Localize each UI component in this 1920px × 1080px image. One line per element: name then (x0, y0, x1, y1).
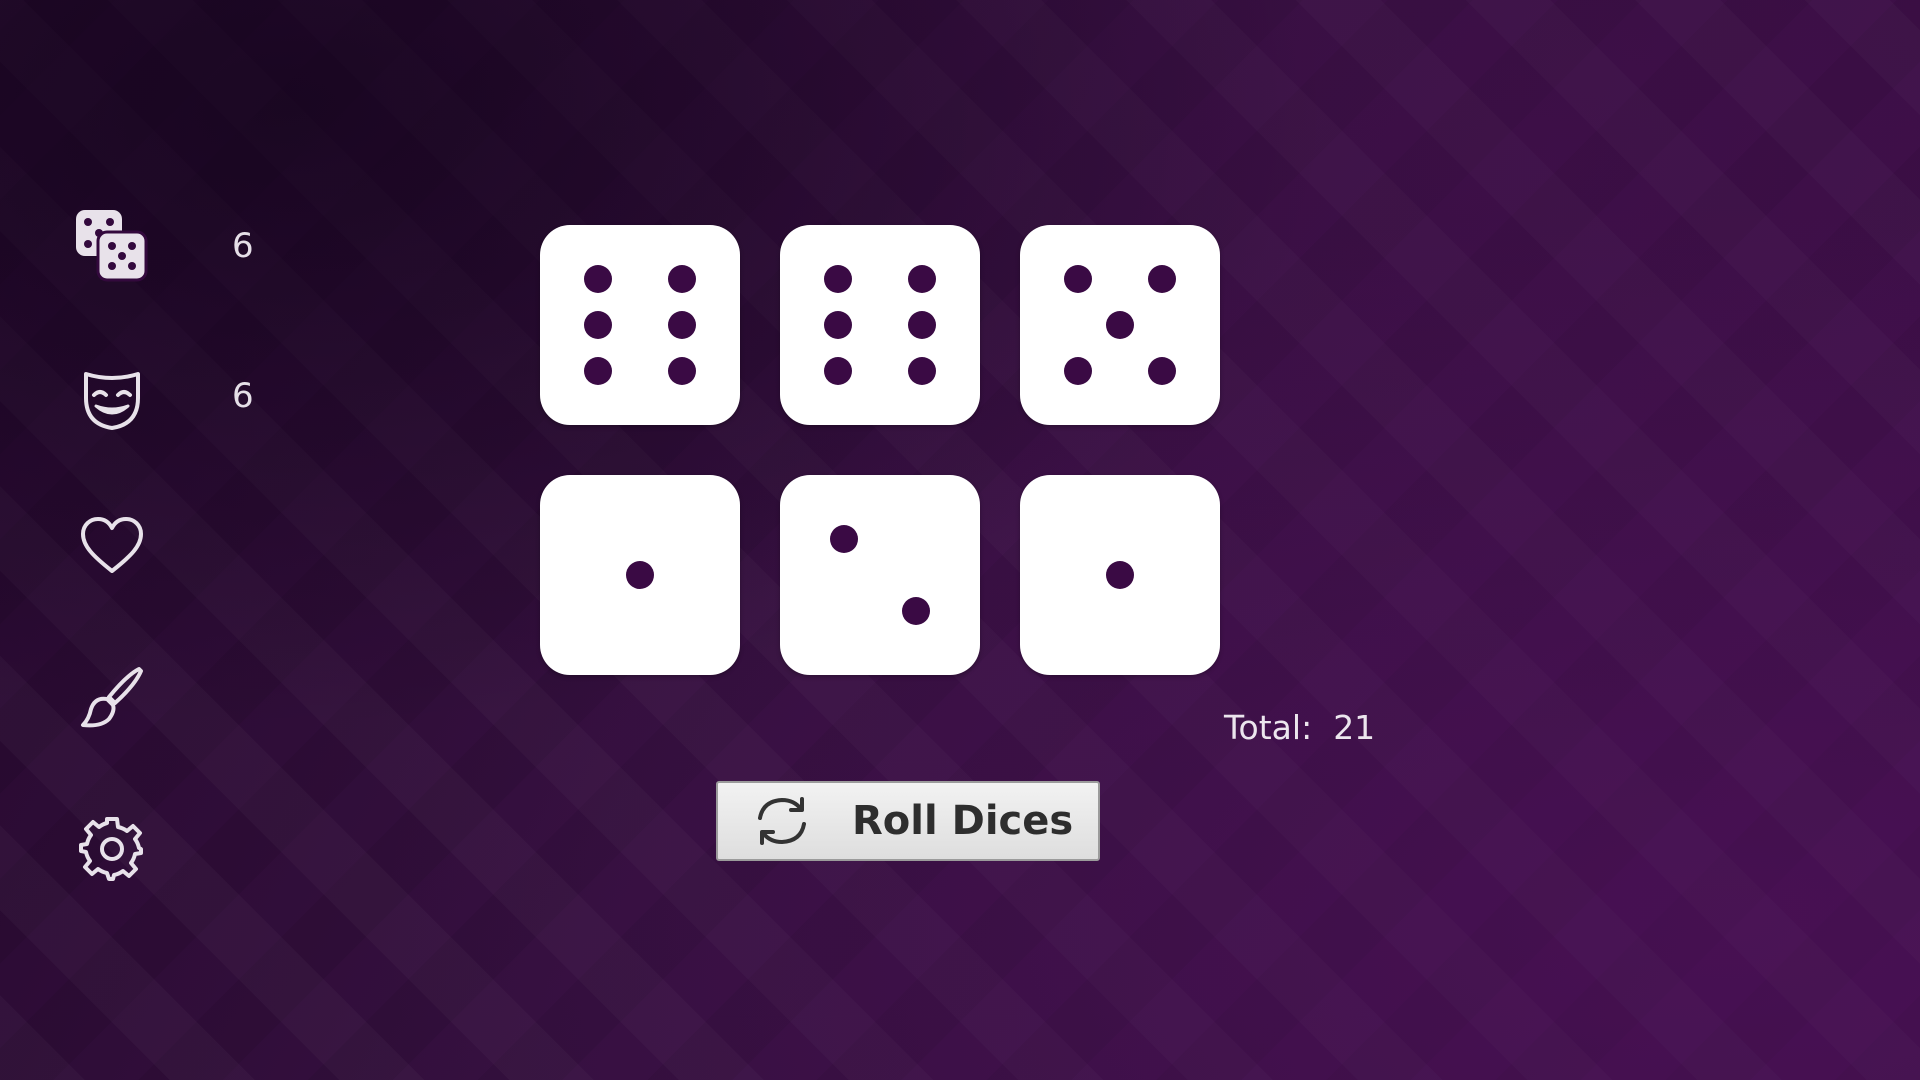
sidebar-item-theme[interactable] (76, 662, 148, 734)
die-pip (1148, 265, 1176, 293)
die-pip (824, 357, 852, 385)
total-display: Total: 21 (1224, 708, 1375, 747)
die-pip (668, 265, 696, 293)
die-1[interactable] (540, 225, 740, 425)
die-pip (626, 561, 654, 589)
die-pip (584, 311, 612, 339)
roll-dices-label: Roll Dices (852, 798, 1074, 844)
paint-brush-icon (79, 665, 145, 731)
die-pip (1106, 311, 1134, 339)
roll-dices-button[interactable]: Roll Dices (716, 781, 1100, 861)
die-pip (1106, 561, 1134, 589)
dice-count: 6 (232, 226, 254, 266)
heart-icon (79, 516, 145, 576)
die-pip (668, 311, 696, 339)
refresh-icon (752, 791, 812, 851)
die-pip (584, 265, 612, 293)
sidebar-item-dice[interactable] (76, 210, 148, 282)
die-pip (908, 357, 936, 385)
theater-mask-icon (80, 368, 144, 432)
dice-icon (74, 208, 150, 284)
die-5[interactable] (780, 475, 980, 675)
sidebar-item-settings[interactable] (76, 812, 148, 884)
die-pip (824, 265, 852, 293)
die-pip (902, 597, 930, 625)
die-pip (830, 525, 858, 553)
die-4[interactable] (540, 475, 740, 675)
die-3[interactable] (1020, 225, 1220, 425)
die-pip (908, 311, 936, 339)
die-pip (908, 265, 936, 293)
theater-count: 6 (232, 376, 254, 416)
die-2[interactable] (780, 225, 980, 425)
die-pip (584, 357, 612, 385)
sidebar-item-theater[interactable] (76, 364, 148, 436)
total-label: Total: (1224, 708, 1313, 747)
die-6[interactable] (1020, 475, 1220, 675)
die-pip (1064, 357, 1092, 385)
total-value: 21 (1333, 708, 1376, 747)
die-pip (668, 357, 696, 385)
die-pip (1148, 357, 1176, 385)
die-pip (1064, 265, 1092, 293)
die-pip (824, 311, 852, 339)
gear-icon (79, 815, 145, 881)
sidebar-item-favorites[interactable] (76, 510, 148, 582)
